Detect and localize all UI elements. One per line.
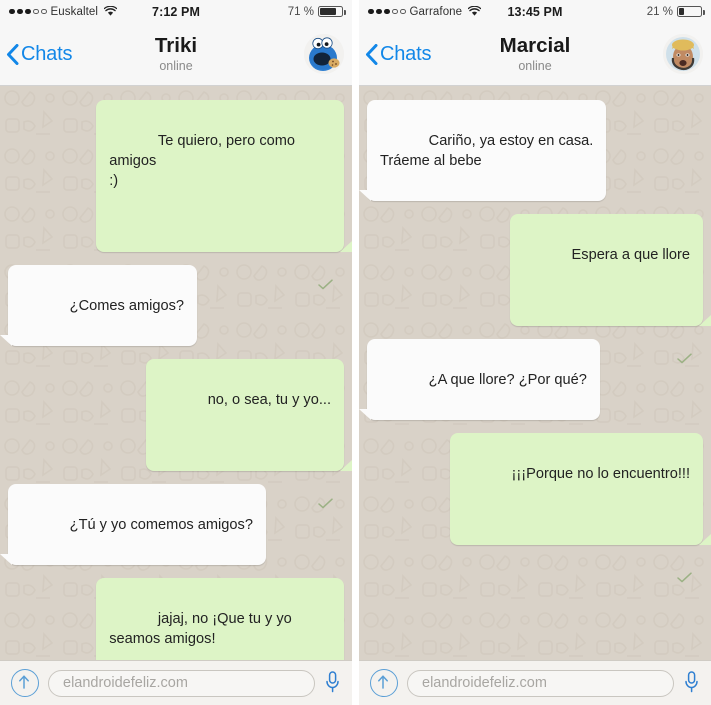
- phone-screen-left: Euskaltel 7:12 PM 71 % Chats Triki onlin…: [0, 0, 352, 705]
- back-to-chats-button[interactable]: Chats: [359, 43, 431, 66]
- cookie-monster-avatar[interactable]: [304, 34, 344, 74]
- message-row: Espera a que llore: [367, 214, 711, 364]
- status-bar-right: Garrafone 13:45 PM 21 %: [359, 0, 711, 23]
- check-icon: [318, 236, 333, 290]
- message-text: Espera a que llore: [571, 247, 690, 263]
- message-text: jajaj, no ¡Que tu y yo seamos amigos!: [109, 611, 296, 647]
- back-to-chats-button[interactable]: Chats: [0, 43, 72, 66]
- message-row: ¿Tú y yo comemos amigos?: [0, 484, 344, 565]
- message-textfield[interactable]: [407, 669, 674, 697]
- back-button-label: Chats: [21, 42, 73, 65]
- microphone-icon[interactable]: [683, 670, 700, 696]
- message-row: Cariño, ya estoy en casa. Tráeme al bebe: [359, 100, 703, 201]
- message-list-left: Te quiero, pero como amigos :) ¿Comes am…: [0, 86, 352, 660]
- message-bubble-outgoing[interactable]: Espera a que llore: [509, 214, 711, 364]
- message-input[interactable]: [61, 674, 302, 692]
- clock-label: 13:45 PM: [507, 4, 563, 19]
- nav-bar-right: Chats Marcial online: [359, 23, 711, 86]
- message-text: no, o sea, tu y yo...: [207, 392, 331, 408]
- chat-area-left[interactable]: Te quiero, pero como amigos :) ¿Comes am…: [0, 86, 352, 660]
- clock-label: 7:12 PM: [152, 4, 200, 19]
- battery-icon: [677, 6, 705, 17]
- message-text: ¿Comes amigos?: [69, 298, 185, 314]
- message-row: ¿Comes amigos?: [0, 265, 344, 346]
- message-list-right: Cariño, ya estoy en casa. Tráeme al bebe…: [359, 86, 711, 583]
- message-bubble-outgoing[interactable]: ¡¡¡Porque no lo encuentro!!!: [449, 433, 711, 583]
- message-bubble-outgoing[interactable]: jajaj, no ¡Que tu y yo seamos amigos!: [96, 578, 344, 660]
- message-bubble-incoming[interactable]: ¿Comes amigos?: [0, 265, 198, 346]
- check-icon: [677, 310, 692, 364]
- phone-screen-right: Garrafone 13:45 PM 21 % Chats Marcial on…: [359, 0, 711, 705]
- arrow-up-circle-icon[interactable]: [370, 669, 398, 697]
- panel-divider: [352, 0, 359, 705]
- message-bubble-incoming[interactable]: Cariño, ya estoy en casa. Tráeme al bebe: [359, 100, 607, 201]
- nav-bar-left: Chats Triki online: [0, 23, 352, 86]
- check-icon: [318, 455, 333, 509]
- status-bar-left: Euskaltel 7:12 PM 71 %: [0, 0, 352, 23]
- message-text: ¡¡¡Porque no lo encuentro!!!: [511, 466, 690, 482]
- message-text: Cariño, ya estoy en casa. Tráeme al bebe: [380, 133, 594, 169]
- message-textfield[interactable]: [48, 669, 315, 697]
- chevron-left-icon: [6, 43, 19, 65]
- message-row: ¡¡¡Porque no lo encuentro!!!: [367, 433, 711, 583]
- message-row: ¿A que llore? ¿Por qué?: [359, 339, 703, 420]
- microphone-icon[interactable]: [324, 670, 341, 696]
- message-row: Te quiero, pero como amigos :): [8, 100, 352, 290]
- back-button-label: Chats: [380, 42, 432, 65]
- check-icon: [677, 529, 692, 583]
- marcial-avatar[interactable]: [663, 34, 703, 74]
- message-input-bar-right: [359, 660, 711, 705]
- message-row: jajaj, no ¡Que tu y yo seamos amigos!: [8, 578, 344, 660]
- message-bubble-incoming[interactable]: ¿A que llore? ¿Por qué?: [359, 339, 600, 420]
- message-text: ¿Tú y yo comemos amigos?: [69, 517, 253, 533]
- chat-area-right[interactable]: Cariño, ya estoy en casa. Tráeme al bebe…: [359, 86, 711, 660]
- message-input[interactable]: [420, 674, 661, 692]
- message-row: no, o sea, tu y yo...: [8, 359, 352, 509]
- message-bubble-outgoing[interactable]: Te quiero, pero como amigos :): [96, 100, 352, 290]
- chevron-left-icon: [365, 43, 378, 65]
- arrow-up-circle-icon[interactable]: [11, 669, 39, 697]
- message-bubble-incoming[interactable]: ¿Tú y yo comemos amigos?: [0, 484, 266, 565]
- message-bubble-outgoing[interactable]: no, o sea, tu y yo...: [146, 359, 352, 509]
- battery-icon: [318, 6, 346, 17]
- dual-chat-screenshot: Euskaltel 7:12 PM 71 % Chats Triki onlin…: [0, 0, 711, 705]
- message-text: ¿A que llore? ¿Por qué?: [428, 372, 587, 388]
- message-text: Te quiero, pero como amigos :): [109, 133, 295, 189]
- message-input-bar-left: [0, 660, 352, 705]
